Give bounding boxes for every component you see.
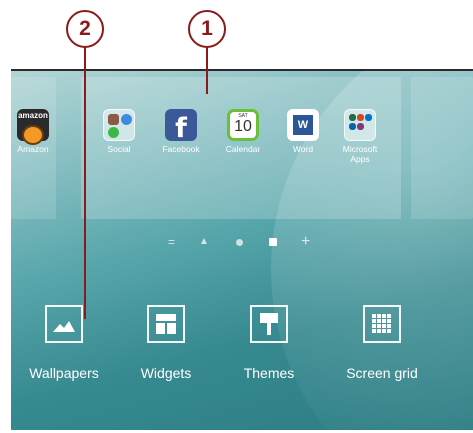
home-screen-edit-mode: amazon Amazon Social f Facebook SAT 10 C… — [11, 69, 473, 430]
onedrive-mini-icon — [349, 123, 356, 130]
callout-2-leader — [84, 47, 86, 319]
app-social-folder[interactable]: Social — [89, 109, 149, 154]
indicator-current-page[interactable] — [269, 238, 277, 246]
app-label: Amazon — [17, 144, 49, 154]
app-calendar[interactable]: SAT 10 Calendar — [213, 109, 273, 154]
facebook-glyph: f — [175, 113, 187, 144]
app-label: Facebook — [162, 144, 200, 154]
amazon-tile-text: amazon — [18, 111, 48, 120]
callout-number: 2 — [79, 17, 91, 40]
app-label: Word — [292, 144, 314, 154]
screen-grid-icon — [363, 305, 401, 343]
widgets-icon — [147, 305, 185, 343]
app-label: Calendar — [225, 144, 261, 154]
screen-grid-option[interactable]: Screen grid — [327, 305, 437, 381]
indicator-page-dot[interactable] — [236, 239, 243, 246]
indicator-add-page-icon[interactable]: + — [301, 234, 310, 250]
option-label: Widgets — [140, 365, 192, 381]
app-label: Social — [107, 144, 131, 154]
facebook-icon: f — [165, 109, 197, 144]
callout-1: 1 — [188, 10, 226, 48]
word-glyph: W — [293, 115, 313, 135]
microsoft-apps-folder-icon — [344, 109, 376, 141]
app-label: Microsoft Apps — [342, 144, 378, 164]
callout-number: 1 — [201, 17, 213, 40]
page-preview-right[interactable] — [411, 77, 473, 219]
powerpoint-mini-icon — [357, 114, 364, 121]
option-label: Screen grid — [346, 365, 418, 381]
calendar-date: 10 — [234, 118, 252, 135]
option-label: Wallpapers — [29, 365, 99, 381]
callout-1-leader — [206, 47, 208, 94]
wallpapers-icon — [45, 305, 83, 343]
onenote-mini-icon — [357, 123, 364, 130]
outlook-mini-icon — [365, 114, 372, 121]
indicator-menu-icon[interactable]: = — [168, 235, 175, 249]
themes-icon — [250, 305, 288, 343]
themes-option[interactable]: Themes — [214, 305, 324, 381]
word-icon: W — [287, 109, 319, 141]
indicator-home-icon[interactable]: ▲ — [199, 235, 209, 249]
option-label: Themes — [243, 365, 295, 381]
instagram-mini-icon — [108, 114, 119, 125]
excel-mini-icon — [349, 114, 356, 121]
amazon-box-graphic — [22, 125, 44, 145]
callout-2: 2 — [66, 10, 104, 48]
app-word[interactable]: W Word — [273, 109, 333, 154]
app-microsoft-folder[interactable]: Microsoft Apps — [330, 109, 390, 164]
app-amazon[interactable]: amazon Amazon — [11, 109, 63, 154]
widgets-option[interactable]: Widgets — [111, 305, 221, 381]
calendar-icon: SAT 10 — [227, 109, 259, 141]
wallpapers-option[interactable]: Wallpapers — [11, 305, 119, 381]
page-indicator: = ▲ + — [11, 234, 473, 250]
whatsapp-mini-icon — [108, 127, 119, 138]
social-folder-icon — [103, 109, 135, 141]
app-facebook[interactable]: f Facebook — [151, 109, 211, 154]
messenger-mini-icon — [121, 114, 132, 125]
amazon-icon: amazon — [17, 109, 49, 145]
